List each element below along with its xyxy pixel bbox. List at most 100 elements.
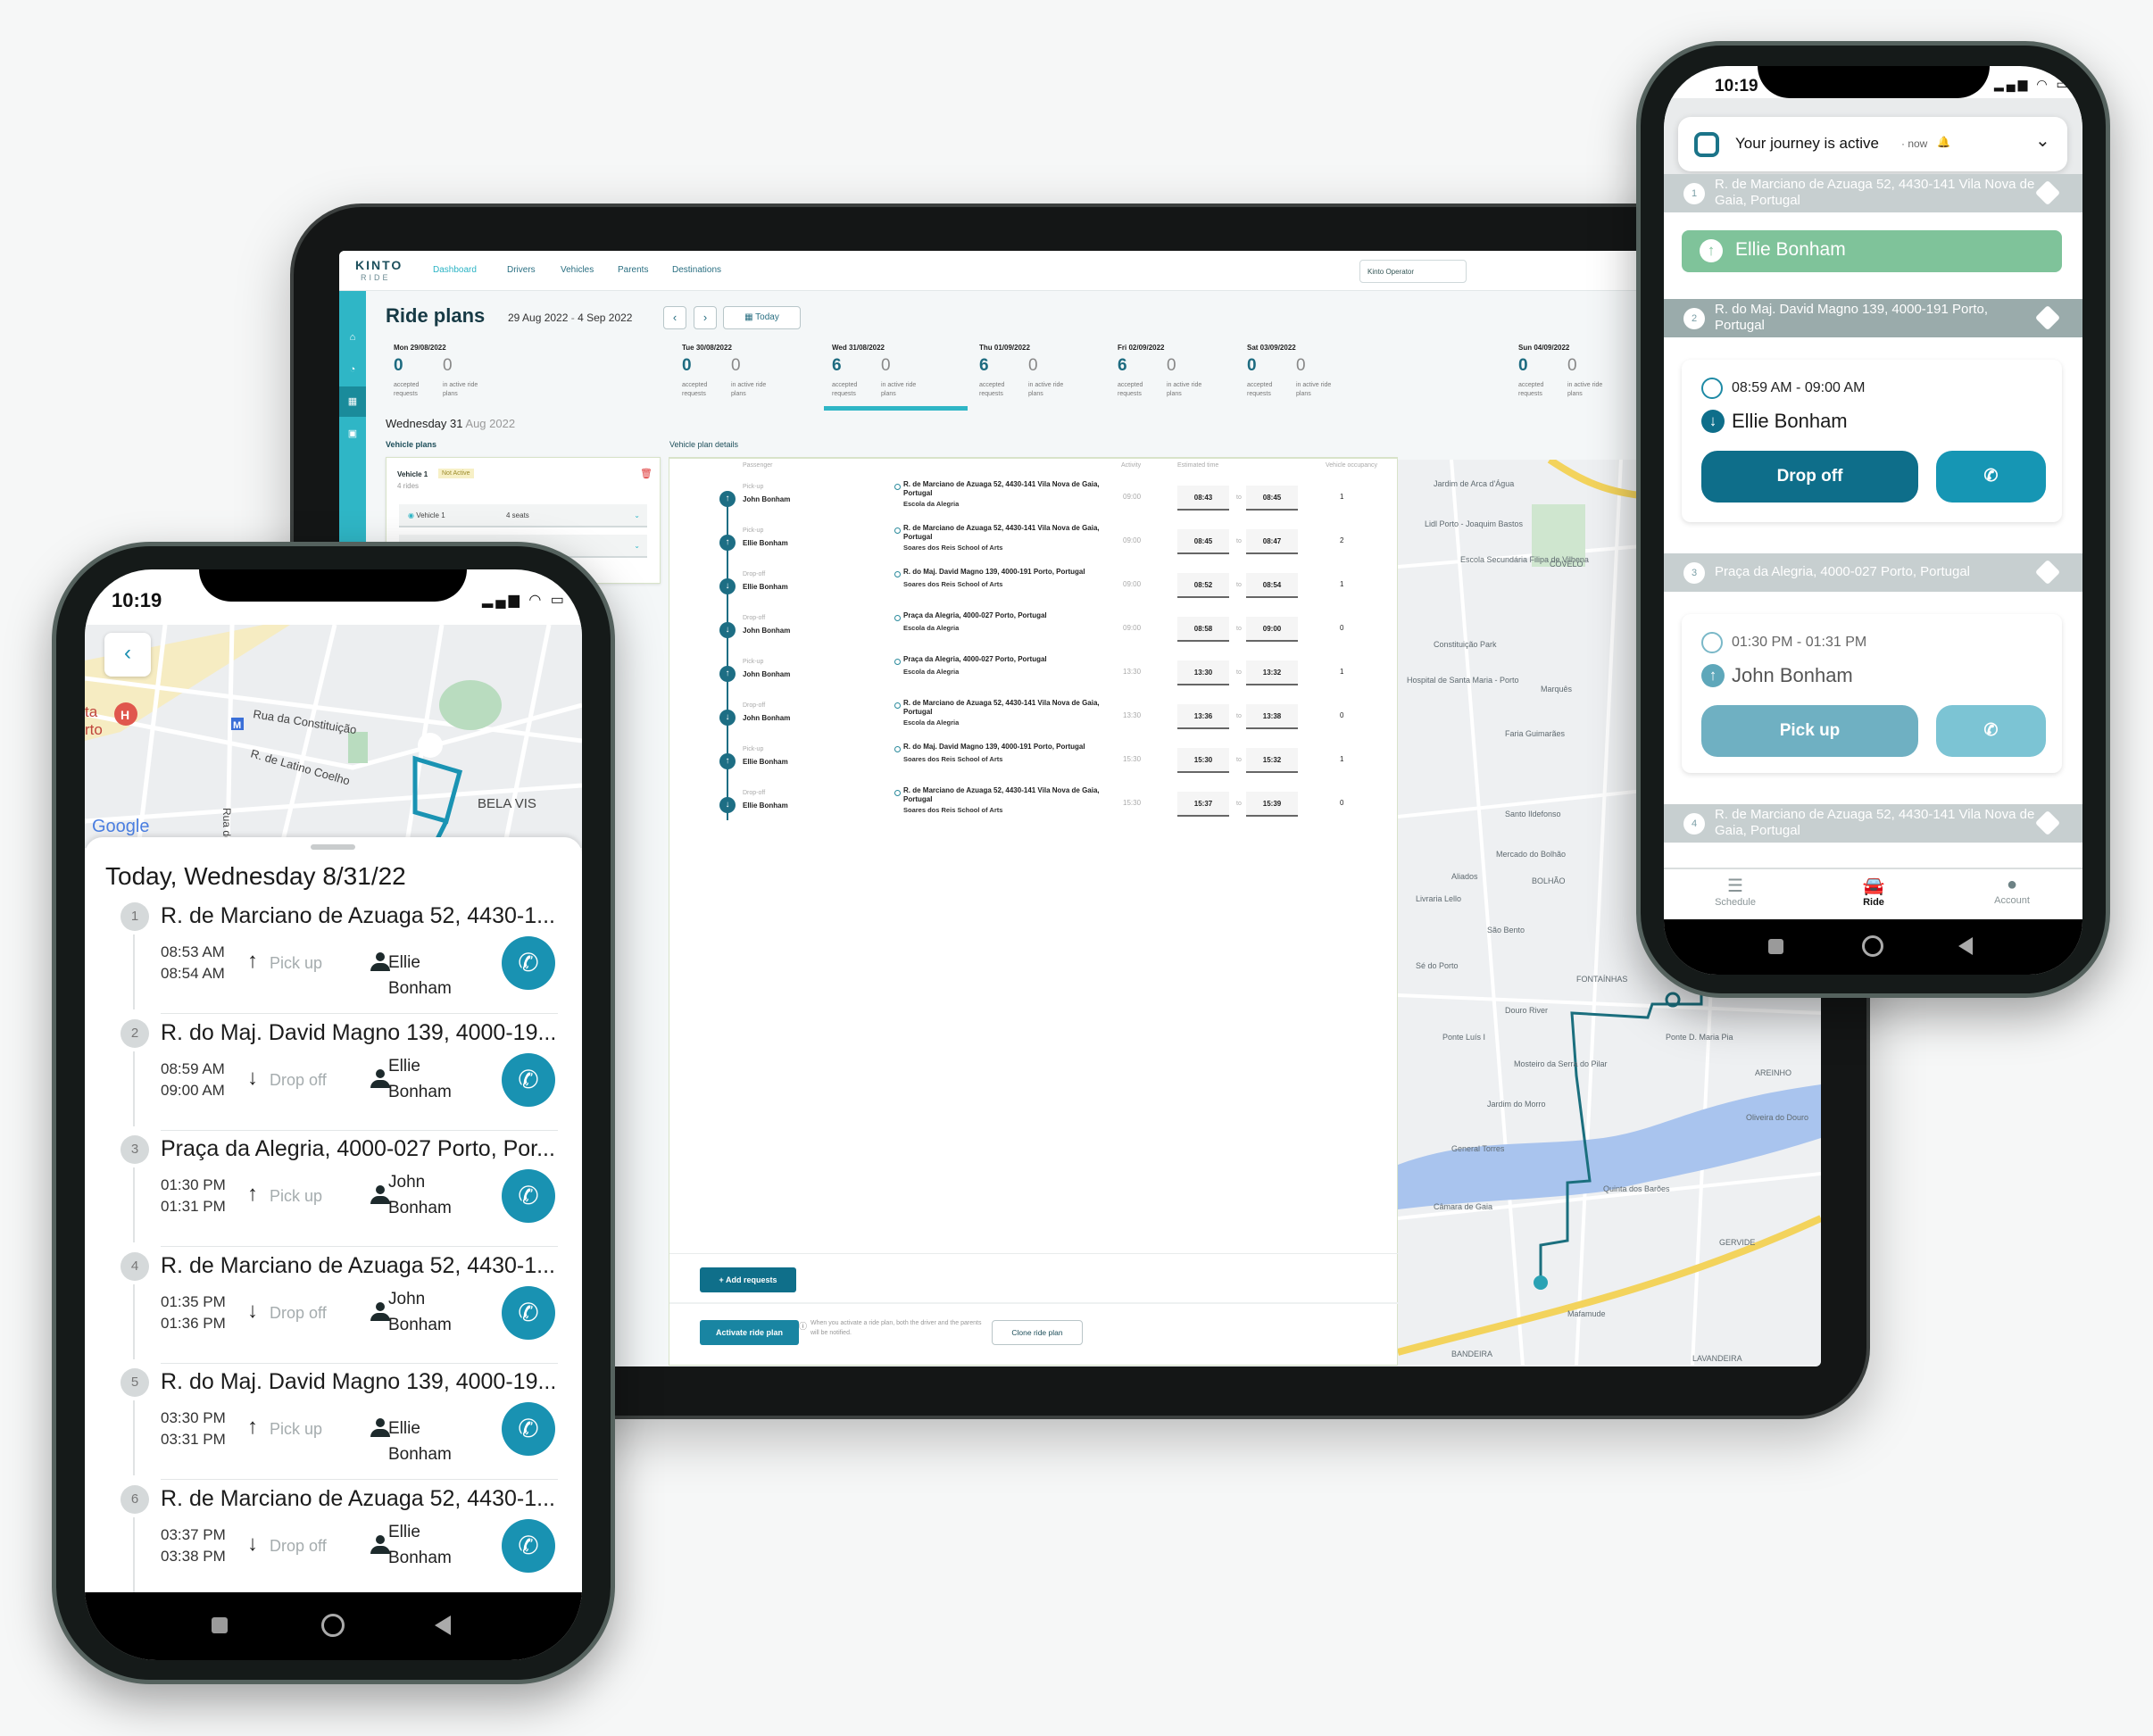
stop-header[interactable]: 2 R. do Maj. David Magno 139, 4000-191 Po… <box>1664 299 2082 337</box>
table-row[interactable]: ↑ Pick-up Ellie Bonham R. de Marciano de Az… <box>669 522 1399 566</box>
call-button[interactable]: ✆ <box>502 936 555 990</box>
map-label: Câmara de Gaia <box>1434 1202 1492 1211</box>
add-requests-button[interactable]: + Add requests <box>700 1267 796 1292</box>
table-row[interactable]: ↑ Pick-up John Bonham Praça da Alegria, 400… <box>669 653 1399 697</box>
schedule-item[interactable]: 2 R. do Maj. David Magno 139, 4000-19... 0… <box>85 1018 582 1135</box>
chevron-down-icon[interactable]: ⌄ <box>2035 129 2050 152</box>
call-button[interactable]: ✆ <box>502 1402 555 1456</box>
schedule-item[interactable]: 5 R. do Maj. David Magno 139, 4000-19... 0… <box>85 1368 582 1484</box>
back-nav-button[interactable] <box>435 1616 451 1635</box>
arrow-up-icon: ↑ <box>1700 239 1723 262</box>
table-row[interactable]: ↓ Drop-off John Bonham R. de Marciano de Az… <box>669 697 1399 741</box>
day-card[interactable]: Sun 04/09/2022 0 0 accepted requests in acti… <box>1518 344 1643 406</box>
recent-apps-button[interactable] <box>212 1617 228 1633</box>
time-from-input[interactable]: 15:37 <box>1177 792 1229 817</box>
day-card[interactable]: Wed 31/08/2022 6 0 accepted requests in acti… <box>832 344 957 406</box>
clone-ride-plan-button[interactable]: Clone ride plan <box>992 1320 1083 1345</box>
time-from-input[interactable]: 15:30 <box>1177 748 1229 773</box>
calendar-icon[interactable]: ▦ <box>339 386 366 417</box>
recent-apps-button[interactable] <box>1768 939 1783 954</box>
call-button[interactable]: ✆ <box>502 1052 555 1107</box>
day-card[interactable]: Fri 02/09/2022 6 0 accepted requests in acti… <box>1118 344 1243 406</box>
person-icon <box>370 1301 390 1322</box>
schedule-item[interactable]: 1 R. de Marciano de Azuaga 52, 4430-1... 0… <box>85 902 582 1018</box>
day-card[interactable]: Thu 01/09/2022 6 0 accepted requests in acti… <box>979 344 1104 406</box>
divider <box>669 1302 1399 1304</box>
directions-icon[interactable] <box>2034 559 2061 586</box>
stop-header[interactable]: 1 R. de Marciano de Azuaga 52, 4430-141 V… <box>1664 174 2082 212</box>
pick-up-button[interactable]: Pick up <box>1701 705 1918 757</box>
destination-name: Soares dos Reis School of Arts <box>903 580 1003 588</box>
pickup-dropoff-marker[interactable] <box>418 733 443 758</box>
day-card[interactable]: Tue 30/08/2022 0 0 accepted requests in acti… <box>682 344 807 406</box>
tab-schedule[interactable]: ☰ Schedule <box>1682 875 1789 908</box>
table-row[interactable]: ↑ Pick-up John Bonham R. de Marciano de Azu… <box>669 478 1399 522</box>
back-button[interactable]: ‹ <box>104 633 151 677</box>
call-button[interactable]: ✆ <box>502 1285 555 1340</box>
nav-drivers[interactable]: Drivers <box>507 265 536 275</box>
action-label: Drop off <box>270 1070 327 1089</box>
home-button[interactable] <box>321 1614 345 1637</box>
time-to-input[interactable]: 09:00 <box>1246 617 1298 642</box>
tab-ride[interactable]: 🚘 Ride <box>1820 875 1927 908</box>
next-week-button[interactable]: › <box>694 306 717 329</box>
call-button[interactable]: ✆ <box>1936 705 2046 757</box>
stop-header[interactable]: 3 Praça da Alegria, 4000-027 Porto, Portu… <box>1664 553 2082 592</box>
time-from-input[interactable]: 13:36 <box>1177 704 1229 729</box>
call-button[interactable]: ✆ <box>1936 451 2046 503</box>
time-to-input[interactable]: 15:32 <box>1246 748 1298 773</box>
operator-menu-button[interactable]: Kinto Operator <box>1359 260 1467 283</box>
time-from-input[interactable]: 08:58 <box>1177 617 1229 642</box>
stop-marker[interactable] <box>1534 1275 1548 1290</box>
directions-icon[interactable] <box>2034 304 2061 331</box>
drop-off-button[interactable]: Drop off <box>1701 451 1918 503</box>
car-icon[interactable]: ⌂ <box>344 328 362 346</box>
prev-week-button[interactable]: ‹ <box>663 306 686 329</box>
time-to-input[interactable]: 15:39 <box>1246 792 1298 817</box>
time-from-input[interactable]: 08:52 <box>1177 573 1229 598</box>
table-row[interactable]: ↓ Drop-off John Bonham Praça da Alegria, 40… <box>669 610 1399 653</box>
activate-ride-plan-button[interactable]: Activate ride plan <box>700 1320 799 1345</box>
home-button[interactable] <box>1862 935 1883 957</box>
checklist-icon[interactable]: ▣ <box>344 425 362 443</box>
stop-header[interactable]: 4 R. de Marciano de Azuaga 52, 4430-141 V… <box>1664 804 2082 843</box>
time-to-input[interactable]: 13:38 <box>1246 704 1298 729</box>
vehicle-select[interactable]: ◉ Vehicle 1 4 seats ⌄ <box>399 504 647 527</box>
drag-handle[interactable] <box>311 844 355 850</box>
time-from-input[interactable]: 13:30 <box>1177 660 1229 685</box>
call-button[interactable]: ✆ <box>502 1169 555 1223</box>
table-row[interactable]: ↓ Drop-off Ellie Bonham R. de Marciano de A… <box>669 785 1399 828</box>
day-card[interactable]: Mon 29/08/2022 0 0 accepted requests in acti… <box>394 344 519 406</box>
back-nav-button[interactable] <box>1958 937 1973 955</box>
time-to-input[interactable]: 08:47 <box>1246 529 1298 554</box>
trash-icon[interactable]: 🗑 <box>640 468 653 479</box>
day-card[interactable]: Sat 03/09/2022 0 0 accepted requests in acti… <box>1247 344 1372 406</box>
nav-destinations[interactable]: Destinations <box>672 265 721 275</box>
journey-notification[interactable]: Your journey is active · now 🔔 ⌄ <box>1678 117 2067 171</box>
bell-icon[interactable]: ◔ <box>344 361 362 378</box>
nav-dashboard[interactable]: Dashboard <box>433 265 477 275</box>
vehicle-occupancy: 0 <box>1340 711 1344 719</box>
nav-parents[interactable]: Parents <box>618 265 648 275</box>
today-button[interactable]: ▦ Today <box>723 306 801 329</box>
activity-type: Pick-up <box>743 659 764 665</box>
schedule-item[interactable]: 3 Praça da Alegria, 4000-027 Porto, Por..… <box>85 1135 582 1251</box>
table-row[interactable]: ↑ Pick-up Ellie Bonham R. do Maj. David Mag… <box>669 741 1399 785</box>
tab-account[interactable]: ● Account <box>1958 875 2066 906</box>
schedule-item[interactable]: 4 R. de Marciano de Azuaga 52, 4430-1... 0… <box>85 1251 582 1368</box>
schedule-item[interactable]: 6 R. de Marciano de Azuaga 52, 4430-1... 0… <box>85 1484 582 1601</box>
table-row[interactable]: ↓ Drop-off Ellie Bonham R. do Maj. David Ma… <box>669 566 1399 610</box>
passenger-name: John Bonham <box>1732 664 1853 686</box>
directions-icon[interactable] <box>2034 810 2061 836</box>
location-pin-icon <box>894 484 901 490</box>
phone-icon: ✆ <box>518 1065 539 1093</box>
time-to-input[interactable]: 08:45 <box>1246 486 1298 511</box>
time-from-input[interactable]: 08:43 <box>1177 486 1229 511</box>
nav-vehicles[interactable]: Vehicles <box>561 265 594 275</box>
route-map[interactable]: H M Rua da Constituição R. de Latino Coe… <box>85 625 582 848</box>
directions-icon[interactable] <box>2034 179 2061 206</box>
time-to-input[interactable]: 08:54 <box>1246 573 1298 598</box>
time-from-input[interactable]: 08:45 <box>1177 529 1229 554</box>
call-button[interactable]: ✆ <box>502 1518 555 1573</box>
time-to-input[interactable]: 13:32 <box>1246 660 1298 685</box>
